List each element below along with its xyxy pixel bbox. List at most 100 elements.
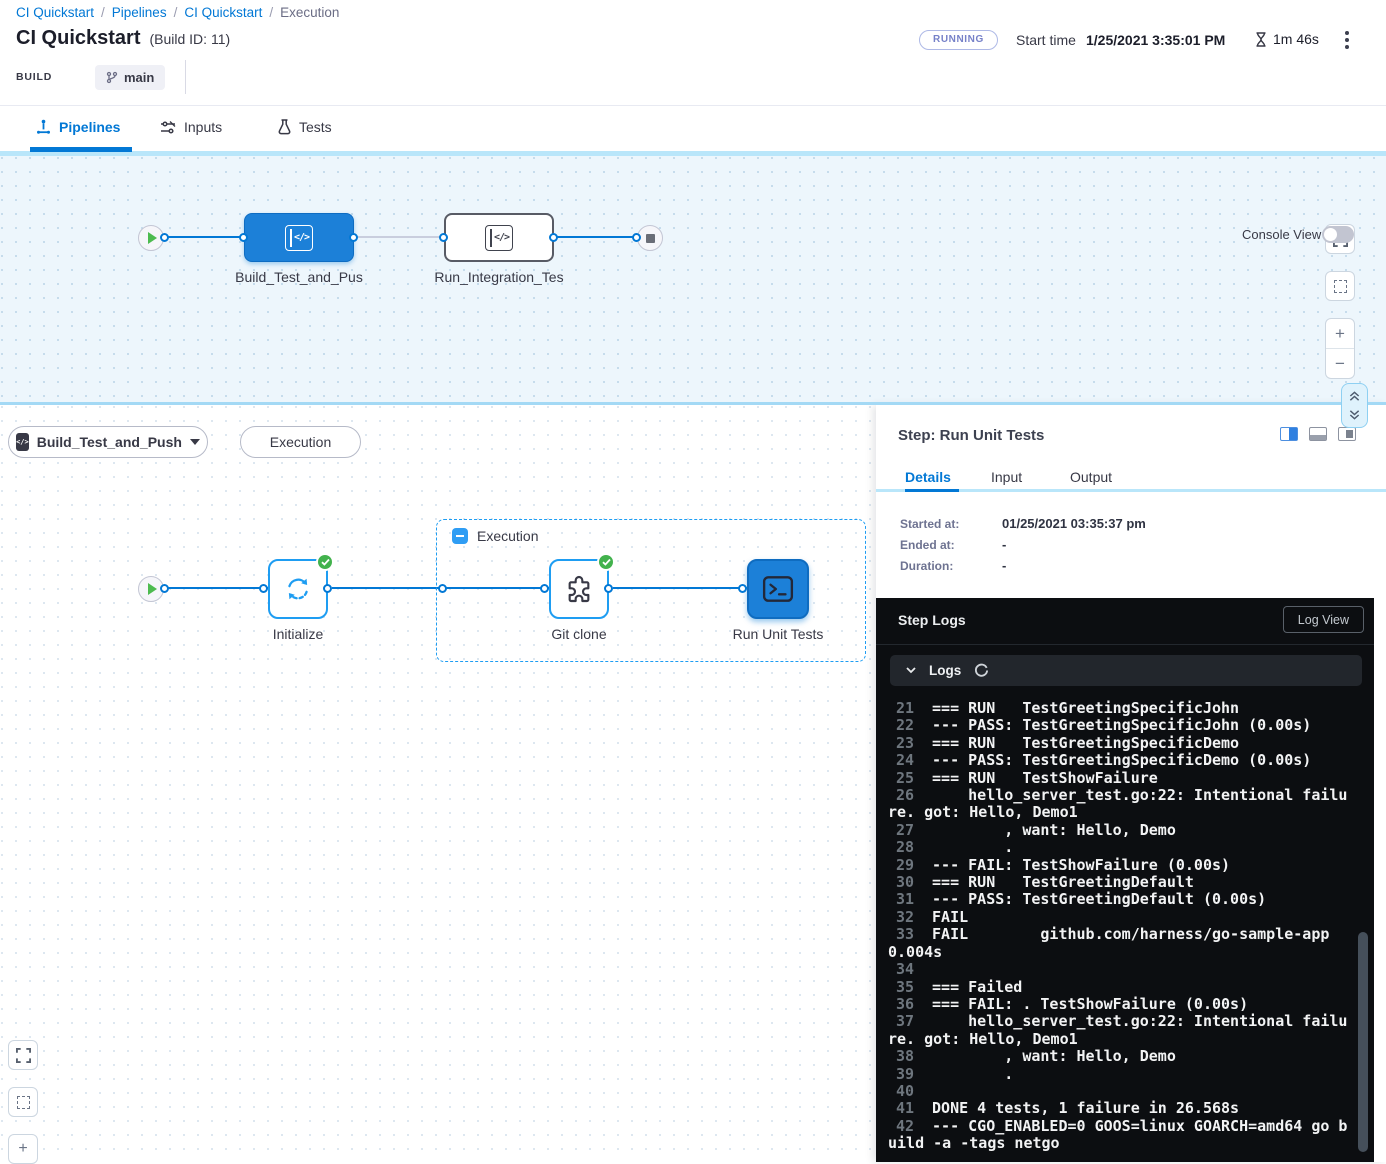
log-line: 26 hello_server_test.go:22: Intentional … bbox=[888, 787, 1350, 822]
kebab-menu-icon[interactable] bbox=[1345, 31, 1349, 35]
connector-dot bbox=[604, 584, 613, 593]
ci-stage-icon: </> bbox=[485, 225, 513, 251]
chevron-down-icon bbox=[906, 667, 916, 674]
ci-stage-icon: </> bbox=[285, 225, 313, 251]
layout-full-panel-icon[interactable] bbox=[1338, 427, 1356, 441]
status-badge: RUNNING bbox=[919, 30, 998, 50]
log-line: 41 DONE 4 tests, 1 failure in 26.568s bbox=[888, 1100, 1350, 1117]
field-value: 01/25/2021 03:35:37 pm bbox=[1002, 516, 1146, 531]
layout-right-panel-icon[interactable] bbox=[1280, 427, 1298, 441]
log-lines[interactable]: 21 === RUN TestGreetingSpecificJohn22 --… bbox=[876, 696, 1350, 1162]
log-line: 39 . bbox=[888, 1066, 1350, 1083]
tab-pipelines-label: Pipelines bbox=[59, 119, 120, 135]
step-logs-panel: Step Logs Log View Logs 21 === RUN TestG… bbox=[876, 598, 1374, 1162]
tab-pipelines[interactable]: Pipelines bbox=[36, 119, 120, 135]
connector-dot bbox=[160, 233, 169, 242]
stage-selector-label: Build_Test_and_Push bbox=[37, 434, 182, 450]
stage-node-build-test-and-push[interactable]: </> bbox=[244, 213, 354, 262]
stage-selector-dropdown[interactable]: </> Build_Test_and_Push bbox=[8, 426, 208, 458]
zoom-out-button[interactable]: − bbox=[1326, 349, 1354, 378]
tabbar-bottom-strip bbox=[0, 151, 1386, 156]
log-line: 27 , want: Hello, Demo bbox=[888, 822, 1350, 839]
spinner-icon bbox=[974, 663, 989, 678]
connector-dot bbox=[438, 584, 447, 593]
panel-resize-control[interactable] bbox=[1341, 383, 1368, 428]
tab-input[interactable]: Input bbox=[991, 469, 1022, 485]
step-node-run-unit-tests[interactable] bbox=[747, 559, 809, 619]
chevrons-up-icon bbox=[1348, 390, 1361, 402]
git-branch-icon bbox=[106, 71, 118, 84]
execution-group-header: Execution bbox=[452, 528, 538, 544]
sync-icon bbox=[282, 573, 314, 605]
tab-tests[interactable]: Tests bbox=[278, 119, 332, 135]
stage-chip-icon: </> bbox=[16, 433, 29, 451]
log-line: 35 === Failed bbox=[888, 979, 1350, 996]
breadcrumb-link[interactable]: CI Quickstart bbox=[16, 5, 94, 20]
fit-to-screen-button[interactable] bbox=[8, 1040, 38, 1070]
tab-inputs[interactable]: Inputs bbox=[160, 119, 222, 135]
console-view-toggle[interactable] bbox=[1322, 226, 1354, 243]
field-label: Started at: bbox=[900, 517, 959, 531]
log-line: 40 bbox=[888, 1083, 1350, 1100]
log-line: 30 === RUN TestGreetingDefault bbox=[888, 874, 1350, 891]
marquee-select-button[interactable] bbox=[8, 1087, 38, 1117]
tab-inputs-label: Inputs bbox=[184, 119, 222, 135]
step-node-git-clone[interactable] bbox=[549, 559, 609, 619]
tab-details[interactable]: Details bbox=[905, 469, 951, 485]
logs-section-label: Logs bbox=[929, 663, 961, 678]
start-time-label: Start time bbox=[1016, 32, 1076, 48]
logs-section-toggle[interactable]: Logs bbox=[890, 655, 1362, 686]
log-line: 24 --- PASS: TestGreetingSpecificDemo (0… bbox=[888, 752, 1350, 769]
zoom-controls: + − bbox=[1325, 318, 1355, 379]
stage-node-run-integration-tests[interactable]: </> bbox=[444, 213, 554, 262]
edge bbox=[354, 236, 444, 238]
step-node-initialize[interactable] bbox=[268, 559, 328, 619]
pipeline-canvas[interactable]: </> Build_Test_and_Pus </> Run_Integrati… bbox=[0, 156, 1386, 402]
log-line: 33 FAIL github.com/harness/go-sample-app… bbox=[888, 926, 1350, 961]
log-view-button[interactable]: Log View bbox=[1283, 606, 1364, 633]
tab-output[interactable]: Output bbox=[1070, 469, 1112, 485]
pipelines-icon bbox=[36, 119, 51, 135]
field-label: Ended at: bbox=[900, 538, 955, 552]
zoom-in-button[interactable]: + bbox=[1326, 319, 1354, 349]
log-line: 38 , want: Hello, Demo bbox=[888, 1048, 1350, 1065]
stop-icon bbox=[646, 234, 655, 243]
edge bbox=[164, 587, 268, 589]
step-details-panel: Step: Run Unit Tests Details Input Outpu… bbox=[876, 405, 1386, 1162]
log-scrollbar-thumb[interactable] bbox=[1358, 932, 1368, 1152]
build-label: BUILD bbox=[16, 71, 52, 83]
layout-bottom-panel-icon[interactable] bbox=[1309, 427, 1327, 441]
start-time-value: 1/25/2021 3:35:01 PM bbox=[1086, 32, 1225, 48]
breadcrumb-separator: / bbox=[262, 5, 280, 20]
zoom-in-button[interactable]: + bbox=[8, 1134, 38, 1164]
breadcrumb-link[interactable]: CI Quickstart bbox=[184, 5, 262, 20]
log-line: 31 --- PASS: TestGreetingDefault (0.00s) bbox=[888, 891, 1350, 908]
execution-view-button[interactable]: Execution bbox=[240, 426, 361, 458]
log-line: 21 === RUN TestGreetingSpecificJohn bbox=[888, 700, 1350, 717]
log-header-divider bbox=[876, 644, 1374, 645]
connector-dot bbox=[540, 584, 549, 593]
tab-tests-label: Tests bbox=[299, 119, 332, 135]
breadcrumb-link[interactable]: Pipelines bbox=[112, 5, 167, 20]
marquee-select-button[interactable] bbox=[1325, 271, 1355, 301]
branch-chip[interactable]: main bbox=[95, 65, 165, 90]
page-header: CI Quickstart/Pipelines/CI Quickstart/Ex… bbox=[0, 0, 1386, 105]
chevron-down-icon bbox=[190, 439, 200, 445]
breadcrumb-current: Execution bbox=[280, 5, 339, 20]
branch-name: main bbox=[124, 70, 154, 85]
log-line: 23 === RUN TestGreetingSpecificDemo bbox=[888, 735, 1350, 752]
active-tab-underline bbox=[30, 147, 132, 152]
puzzle-icon bbox=[563, 573, 595, 605]
field-value: - bbox=[1002, 537, 1006, 552]
collapse-group-icon[interactable] bbox=[452, 528, 468, 544]
connector-dot bbox=[439, 233, 448, 242]
fullscreen-icon bbox=[16, 1048, 31, 1063]
success-check-badge bbox=[316, 553, 334, 571]
console-view-label: Console View bbox=[1242, 227, 1321, 242]
step-node-label: Run Unit Tests bbox=[698, 626, 858, 642]
page-title: CI Quickstart bbox=[16, 27, 140, 50]
log-line: 36 === FAIL: . TestShowFailure (0.00s) bbox=[888, 996, 1350, 1013]
log-line: 34 bbox=[888, 961, 1350, 978]
breadcrumb: CI Quickstart/Pipelines/CI Quickstart/Ex… bbox=[16, 5, 339, 20]
tests-flask-icon bbox=[278, 119, 291, 135]
